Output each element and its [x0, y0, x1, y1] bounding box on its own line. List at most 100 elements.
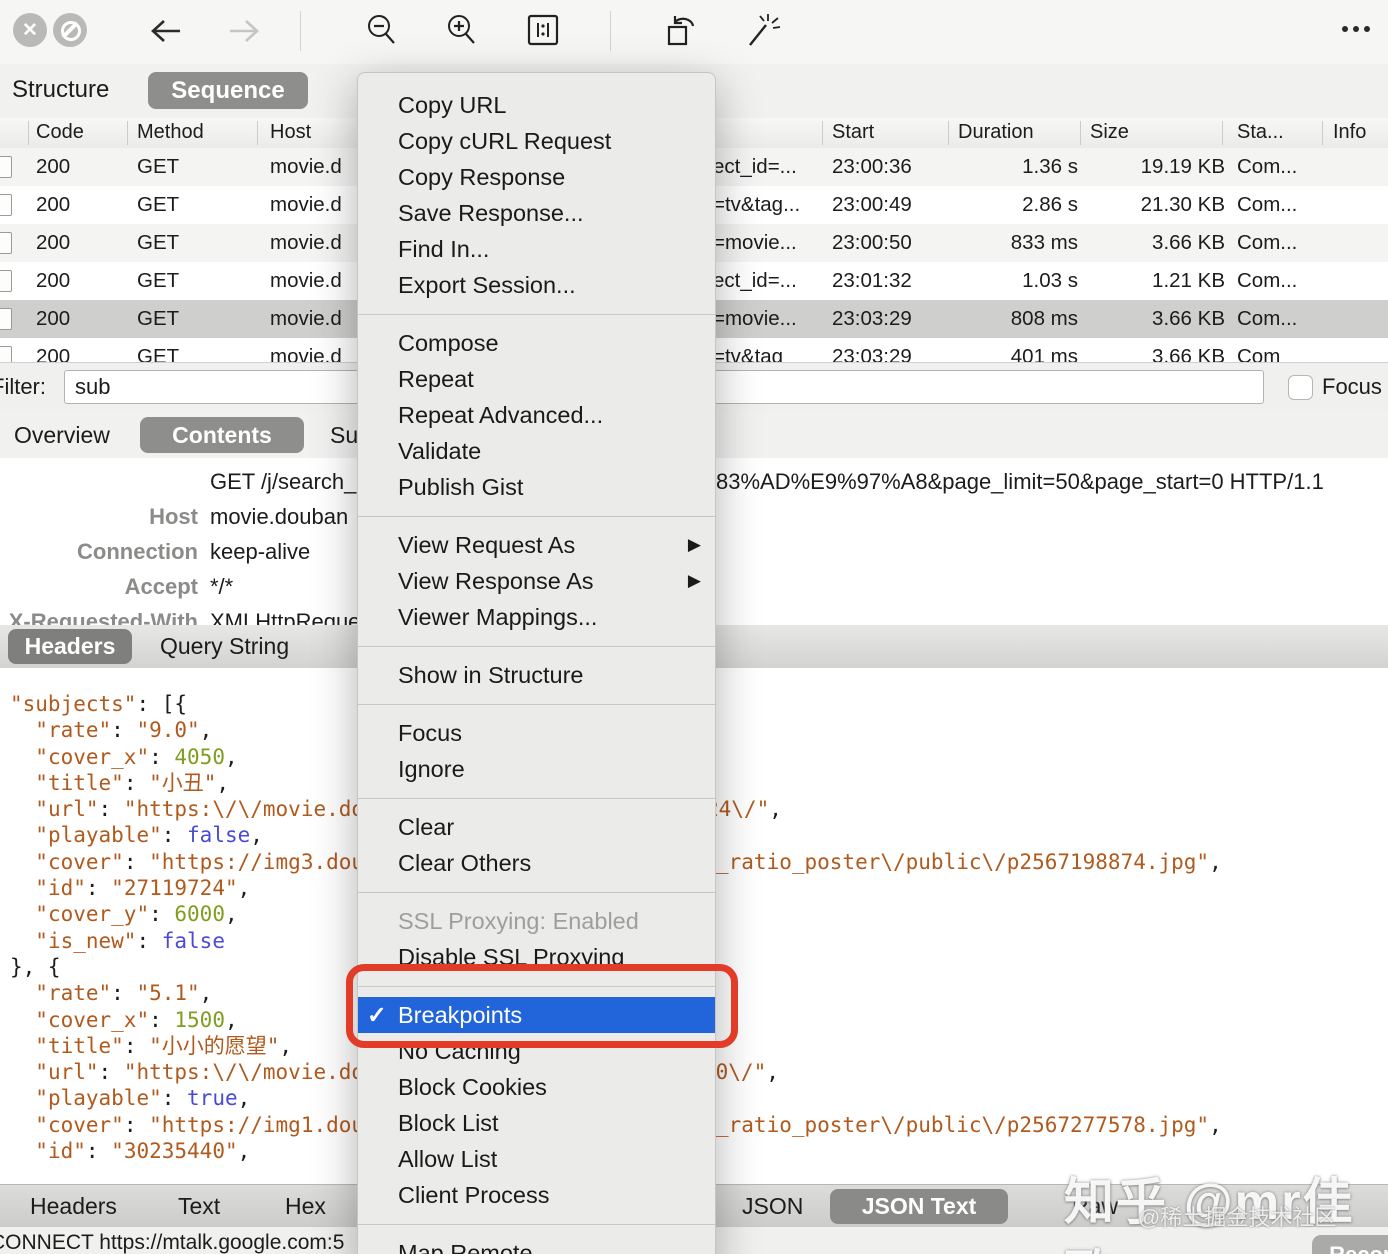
- header-name: Accept: [124, 574, 198, 599]
- header-value: keep-alive: [210, 539, 311, 564]
- cell-status: Com: [1237, 345, 1281, 362]
- menu-item-validate[interactable]: Validate: [358, 433, 715, 469]
- annotation-red-box: [346, 964, 738, 1048]
- cell-host: movie.d: [270, 193, 342, 216]
- menu-item-view-request-as[interactable]: View Request As ▶: [358, 527, 715, 563]
- cell-start: 23:00:36: [832, 155, 912, 178]
- cell-method: GET: [137, 231, 180, 254]
- menu-item-viewer-mappings[interactable]: Viewer Mappings...: [358, 599, 715, 635]
- col-host[interactable]: Host: [270, 121, 311, 144]
- menu-separator: [358, 787, 715, 809]
- menu-item-map-remote[interactable]: Map Remote: [358, 1235, 715, 1254]
- cell-size: 1.21 KB: [1152, 269, 1225, 292]
- menu-item-label: Clear: [398, 814, 455, 840]
- col-method[interactable]: Method: [137, 121, 204, 144]
- cell-dur: 1.03 s: [1022, 269, 1078, 292]
- tab-overview[interactable]: Overview: [14, 422, 110, 449]
- cell-code: 200: [36, 307, 71, 330]
- cell-query: =tv&tag: [713, 345, 784, 362]
- menu-item-copy-response[interactable]: Copy Response: [358, 159, 715, 195]
- menu-item-focus[interactable]: Focus: [358, 715, 715, 751]
- menu-item-block-list[interactable]: Block List: [358, 1105, 715, 1141]
- menu-item-repeat-advanced[interactable]: Repeat Advanced...: [358, 397, 715, 433]
- toolbar-divider: [300, 11, 301, 51]
- menu-item-ignore[interactable]: Ignore: [358, 751, 715, 787]
- submenu-arrow-icon: ▶: [687, 571, 701, 590]
- back-icon[interactable]: [148, 14, 184, 48]
- cell-status: Com...: [1237, 269, 1298, 292]
- zoom-in-icon[interactable]: [444, 12, 482, 50]
- cell-status: Com...: [1237, 155, 1298, 178]
- menu-item-publish-gist[interactable]: Publish Gist: [358, 469, 715, 505]
- tab-request-headers[interactable]: Headers: [8, 629, 132, 664]
- col-duration[interactable]: Duration: [958, 121, 1034, 144]
- menu-item-label: Focus: [398, 720, 462, 746]
- zoom-out-icon[interactable]: [364, 12, 402, 50]
- menu-item-save-response[interactable]: Save Response...: [358, 195, 715, 231]
- menu-item-repeat[interactable]: Repeat: [358, 361, 715, 397]
- cell-host: movie.d: [270, 307, 342, 330]
- tab-response-json[interactable]: JSON: [742, 1193, 803, 1220]
- col-size[interactable]: Size: [1090, 121, 1129, 144]
- breakpoints-panel-icon[interactable]: [526, 13, 560, 47]
- menu-item-export-session[interactable]: Export Session...: [358, 267, 715, 303]
- cell-status: Com...: [1237, 231, 1298, 254]
- menu-item-copy-curl-request[interactable]: Copy cURL Request: [358, 123, 715, 159]
- request-line-left: GET /j/search_: [210, 469, 357, 494]
- cell-size: 3.66 KB: [1152, 231, 1225, 254]
- tab-summary[interactable]: Su: [330, 422, 358, 449]
- menu-item-clear-others[interactable]: Clear Others: [358, 845, 715, 881]
- menu-item-clear[interactable]: Clear: [358, 809, 715, 845]
- menu-item-compose[interactable]: Compose: [358, 325, 715, 361]
- no-entry-icon[interactable]: [53, 13, 87, 47]
- tab-response-hex[interactable]: Hex: [285, 1193, 326, 1220]
- menu-separator: [358, 693, 715, 715]
- focus-label: Focus: [1322, 374, 1382, 399]
- close-session-icon[interactable]: ✕: [13, 13, 47, 47]
- col-status[interactable]: Sta...: [1237, 121, 1284, 144]
- more-icon[interactable]: [1342, 26, 1370, 32]
- cell-host: movie.d: [270, 269, 342, 292]
- menu-item-label: Map Remote: [398, 1240, 533, 1254]
- cell-dur: 833 ms: [1010, 231, 1078, 254]
- document-icon: [0, 346, 12, 362]
- menu-item-allow-list[interactable]: Allow List: [358, 1141, 715, 1177]
- filter-label: Filter:: [0, 374, 46, 399]
- cell-method: GET: [137, 345, 180, 362]
- menu-item-view-response-as[interactable]: View Response As ▶: [358, 563, 715, 599]
- focus-checkbox[interactable]: [1288, 375, 1313, 400]
- cell-dur: 401 ms: [1010, 345, 1078, 362]
- cell-method: GET: [137, 307, 180, 330]
- col-start[interactable]: Start: [832, 121, 874, 144]
- tab-structure[interactable]: Structure: [12, 76, 109, 104]
- request-line-right: 83%AD%E9%97%A8&page_limit=50&page_start=…: [716, 469, 1324, 494]
- cell-code: 200: [36, 269, 71, 292]
- cell-dur: 1.36 s: [1022, 155, 1078, 178]
- tab-response-text[interactable]: Text: [178, 1193, 220, 1220]
- col-code[interactable]: Code: [36, 121, 84, 144]
- tab-response-json-text[interactable]: JSON Text: [830, 1189, 1008, 1224]
- header-name: Connection: [77, 539, 198, 564]
- cell-code: 200: [36, 345, 71, 362]
- tab-contents[interactable]: Contents: [140, 417, 304, 453]
- menu-item-label: Find In...: [398, 236, 490, 262]
- menu-item-label: Copy Response: [398, 164, 566, 190]
- repeat-icon[interactable]: [662, 11, 700, 51]
- menu-item-show-in-structure[interactable]: Show in Structure: [358, 657, 715, 693]
- col-info[interactable]: Info: [1333, 121, 1366, 144]
- menu-item-copy-url[interactable]: Copy URL: [358, 87, 715, 123]
- header-name: Host: [149, 504, 198, 529]
- menu-item-client-process[interactable]: Client Process: [358, 1177, 715, 1213]
- tab-query-string[interactable]: Query String: [160, 633, 289, 660]
- tab-response-headers[interactable]: Headers: [30, 1193, 117, 1220]
- menu-item-label: Viewer Mappings...: [398, 604, 598, 630]
- cell-host: movie.d: [270, 155, 342, 178]
- forward-icon[interactable]: [226, 14, 262, 48]
- menu-item-block-cookies[interactable]: Block Cookies: [358, 1069, 715, 1105]
- connect-line: CONNECT https://mtalk.google.com:5: [0, 1231, 345, 1254]
- menu-item-find-in[interactable]: Find In...: [358, 231, 715, 267]
- document-icon: [0, 232, 12, 254]
- menu-separator: [358, 505, 715, 527]
- tab-sequence[interactable]: Sequence: [148, 72, 308, 109]
- compose-wand-icon[interactable]: [742, 11, 782, 51]
